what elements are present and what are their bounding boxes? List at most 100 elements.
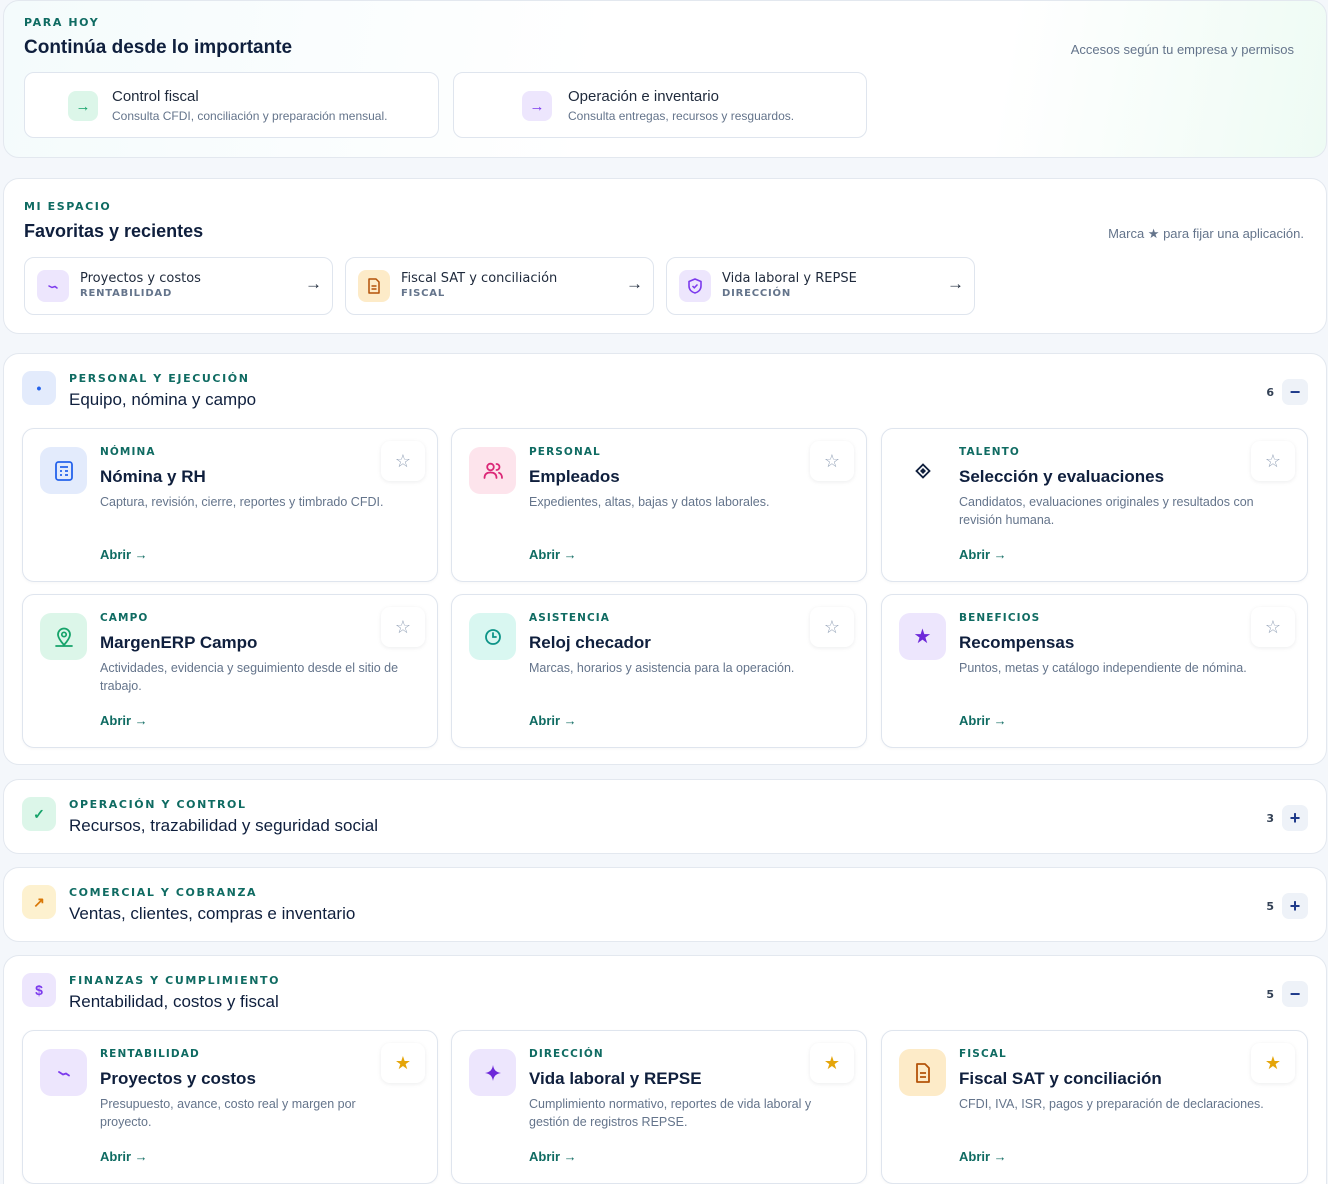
dot-icon: • [22,371,56,405]
star-icon[interactable]: ☆ [1251,607,1295,647]
favorite-item-proyectos[interactable]: Proyectos y costos RENTABILIDAD → [24,257,333,315]
quick-card-control-fiscal[interactable]: → Control fiscal Consulta CFDI, concilia… [24,72,439,138]
calculator-icon [40,447,87,494]
favorite-item-vida-laboral[interactable]: Vida laboral y REPSE DIRECCIÓN → [666,257,975,315]
arrow-right-icon: → [626,274,643,293]
app-title: Proyectos y costos [100,1069,256,1088]
app-description: Actividades, evidencia y seguimiento des… [100,661,399,693]
diamond-icon [899,447,946,494]
star-icon[interactable]: ☆ [1251,441,1295,481]
star-icon[interactable]: ★ [1251,1043,1295,1083]
app-category: NÓMINA [100,446,156,458]
favorite-title: Vida laboral y REPSE [722,271,857,286]
open-link[interactable]: Abrir → [529,547,577,562]
collapse-button[interactable]: − [1282,981,1308,1007]
collapse-button[interactable]: − [1282,379,1308,405]
arrow-right-icon: → [947,274,964,293]
app-category: FISCAL [959,1048,1007,1060]
map-pin-icon [40,613,87,660]
clock-icon [469,613,516,660]
app-title: MargenERP Campo [100,633,258,652]
star-icon[interactable]: ★ [381,1043,425,1083]
open-link[interactable]: Abrir → [100,1149,148,1164]
app-description: Candidatos, evaluaciones originales y re… [959,495,1254,527]
open-link[interactable]: Abrir → [959,713,1007,728]
section-header[interactable]: $ FINANZAS Y CUMPLIMIENTO Rentabilidad, … [4,956,1326,1030]
app-card-nomina[interactable]: NÓMINA Nómina y RH Captura, revisión, ci… [22,428,438,582]
star-icon[interactable]: ★ [810,1043,854,1083]
section-operacion-control: ✓ OPERACIÓN Y CONTROL Recursos, trazabil… [3,779,1327,854]
favorites-title: Favoritas y recientes [24,221,204,241]
section-header[interactable]: ↗ COMERCIAL Y COBRANZA Ventas, clientes,… [4,868,1326,942]
app-category: CAMPO [100,612,149,624]
app-title: Selección y evaluaciones [959,467,1165,486]
arrow-right-icon: → [68,91,98,121]
arrow-right-icon: → [305,274,322,293]
quick-card-operacion-inventario[interactable]: → Operación e inventario Consulta entreg… [453,72,867,138]
favorite-item-fiscal[interactable]: Fiscal SAT y conciliación FISCAL → [345,257,654,315]
check-icon: ✓ [22,797,56,831]
section-eyebrow: PERSONAL Y EJECUCIÓN [69,372,250,385]
section-comercial-cobranza: ↗ COMERCIAL Y COBRANZA Ventas, clientes,… [3,867,1327,942]
section-count: 5 [1266,900,1274,913]
app-card-direccion[interactable]: DIRECCIÓN Vida laboral y REPSE Cumplimie… [451,1030,867,1184]
app-title: Vida laboral y REPSE [529,1069,702,1088]
app-card-fiscal[interactable]: FISCAL Fiscal SAT y conciliación CFDI, I… [881,1030,1308,1184]
app-card-campo[interactable]: CAMPO MargenERP Campo Actividades, evide… [22,594,438,748]
open-link[interactable]: Abrir → [959,547,1007,562]
section-count: 3 [1266,812,1274,825]
app-description: Presupuesto, avance, costo real y margen… [100,1097,356,1129]
sparkle-icon [469,1049,516,1096]
app-card-rentabilidad[interactable]: RENTABILIDAD Proyectos y costos Presupue… [22,1030,438,1184]
quick-card-title: Control fiscal [112,88,199,105]
star-icon[interactable]: ☆ [810,607,854,647]
favorites-note: Marca ★ para fijar una aplicación. [1108,226,1304,241]
trend-line-icon [40,1049,87,1096]
open-link[interactable]: Abrir → [959,1149,1007,1164]
app-description: Marcas, horarios y asistencia para la op… [529,661,795,675]
section-eyebrow: OPERACIÓN Y CONTROL [69,798,247,811]
app-description: CFDI, IVA, ISR, pagos y preparación de d… [959,1097,1264,1111]
section-header[interactable]: ✓ OPERACIÓN Y CONTROL Recursos, trazabil… [4,780,1326,854]
app-category: TALENTO [959,446,1020,458]
section-title: Ventas, clientes, compras e inventario [69,904,356,923]
document-icon [899,1049,946,1096]
section-header[interactable]: • PERSONAL Y EJECUCIÓN Equipo, nómina y … [4,354,1326,428]
app-title: Reloj checador [529,633,651,652]
app-card-empleados[interactable]: PERSONAL Empleados Expedientes, altas, b… [451,428,867,582]
open-link[interactable]: Abrir → [100,547,148,562]
section-personal-ejecucion: • PERSONAL Y EJECUCIÓN Equipo, nómina y … [3,353,1327,765]
open-link[interactable]: Abrir → [529,1149,577,1164]
quick-card-desc: Consulta CFDI, conciliación y preparació… [112,109,388,123]
star-icon: ★ [899,613,946,660]
today-eyebrow: PARA HOY [24,16,100,29]
star-icon[interactable]: ☆ [381,607,425,647]
shield-icon [679,270,711,302]
favorites-panel: MI ESPACIO Favoritas y recientes Marca ★… [3,178,1327,334]
today-panel: PARA HOY Continúa desde lo importante Ac… [3,0,1327,158]
open-link[interactable]: Abrir → [100,713,148,728]
today-note: Accesos según tu empresa y permisos [1070,42,1294,57]
today-title: Continúa desde lo importante [24,37,293,58]
expand-button[interactable]: + [1282,893,1308,919]
app-card-talento[interactable]: TALENTO Selección y evaluaciones Candida… [881,428,1308,582]
open-link[interactable]: Abrir → [529,713,577,728]
section-title: Equipo, nómina y campo [69,390,257,409]
favorite-category: RENTABILIDAD [80,288,173,299]
favorite-category: FISCAL [401,288,446,299]
section-count: 6 [1266,386,1274,399]
app-card-beneficios[interactable]: ★ BENEFICIOS Recompensas Puntos, metas y… [881,594,1308,748]
app-card-asistencia[interactable]: ASISTENCIA Reloj checador Marcas, horari… [451,594,867,748]
app-category: PERSONAL [529,446,601,458]
star-icon[interactable]: ☆ [381,441,425,481]
app-description: Cumplimiento normativo, reportes de vida… [529,1097,812,1129]
app-title: Recompensas [959,633,1075,652]
app-category: RENTABILIDAD [100,1048,200,1060]
expand-button[interactable]: + [1282,805,1308,831]
favorites-eyebrow: MI ESPACIO [24,200,112,213]
section-title: Rentabilidad, costos y fiscal [69,992,279,1011]
app-category: ASISTENCIA [529,612,611,624]
app-description: Expedientes, altas, bajas y datos labora… [529,495,770,509]
star-icon[interactable]: ☆ [810,441,854,481]
app-description: Puntos, metas y catálogo independiente d… [959,661,1247,675]
